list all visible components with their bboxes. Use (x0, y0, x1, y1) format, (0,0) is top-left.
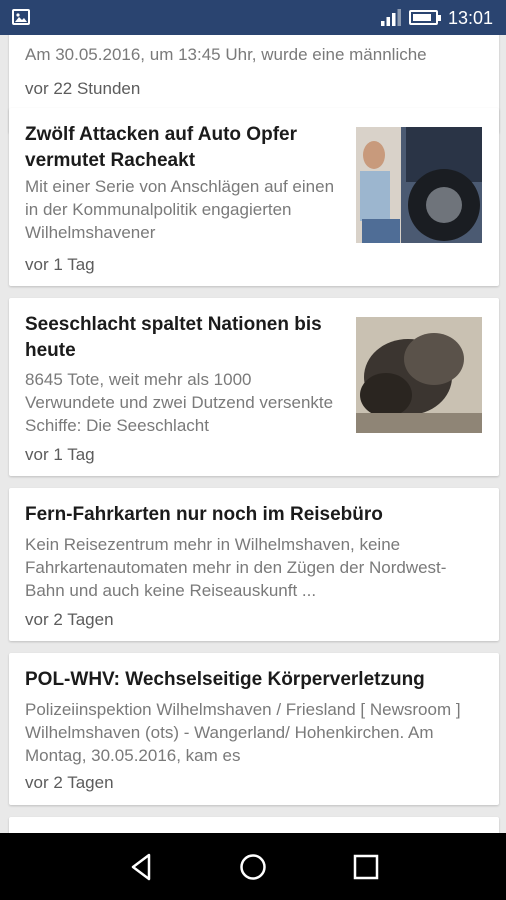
article-thumbnail (356, 127, 482, 243)
article-card[interactable]: Zwölf Attacken auf Auto Opfer vermutet R… (9, 108, 499, 286)
article-title: Seeschlacht spaltet Nationen bis heute (25, 314, 322, 361)
battery-icon (409, 10, 441, 25)
home-icon[interactable] (237, 851, 269, 883)
recents-icon[interactable] (350, 851, 382, 883)
article-age: vor 2 Tagen (25, 773, 114, 792)
article-age: vor 1 Tag (25, 445, 95, 464)
article-card[interactable]: POL-WHV: Wechselseitige Körperverletzung… (9, 653, 499, 805)
article-title: POL-WHV: Wechselseitige Körperverletzung (25, 669, 425, 690)
news-feed[interactable]: Am 30.05.2016, um 13:45 Uhr, wurde eine … (0, 35, 506, 833)
article-description: Kein Reisezentrum mehr in Wilhelmshaven,… (25, 535, 447, 600)
back-icon[interactable] (126, 851, 158, 883)
article-description: Mit einer Serie von Anschlägen auf einen… (25, 177, 335, 242)
article-card[interactable]: Seeschlacht spaltet Nationen bis heute 8… (9, 298, 499, 476)
article-age: vor 2 Tagen (25, 610, 114, 629)
status-time: 13:01 (448, 8, 494, 28)
article-card[interactable] (9, 817, 499, 833)
article-title: Zwölf Attacken auf Auto Opfer vermutet R… (25, 124, 297, 171)
navigation-bar (0, 833, 506, 900)
gallery-icon (12, 9, 30, 25)
article-age: vor 1 Tag (25, 255, 95, 274)
article-card[interactable]: Fern-Fahrkarten nur noch im Reisebüro Ke… (9, 488, 499, 641)
signal-icon (381, 9, 401, 26)
article-description: Am 30.05.2016, um 13:45 Uhr, wurde eine … (25, 45, 427, 64)
status-bar: 13:01 (0, 0, 506, 35)
article-thumbnail (356, 317, 482, 433)
article-description: 8645 Tote, weit mehr als 1000 Verwundete… (25, 370, 334, 435)
article-title: Fern-Fahrkarten nur noch im Reisebüro (25, 504, 383, 525)
article-age: vor 22 Stunden (25, 79, 141, 98)
article-description: Polizeiinspektion Wilhelmshaven / Friesl… (25, 700, 461, 765)
battery-level (413, 14, 431, 21)
